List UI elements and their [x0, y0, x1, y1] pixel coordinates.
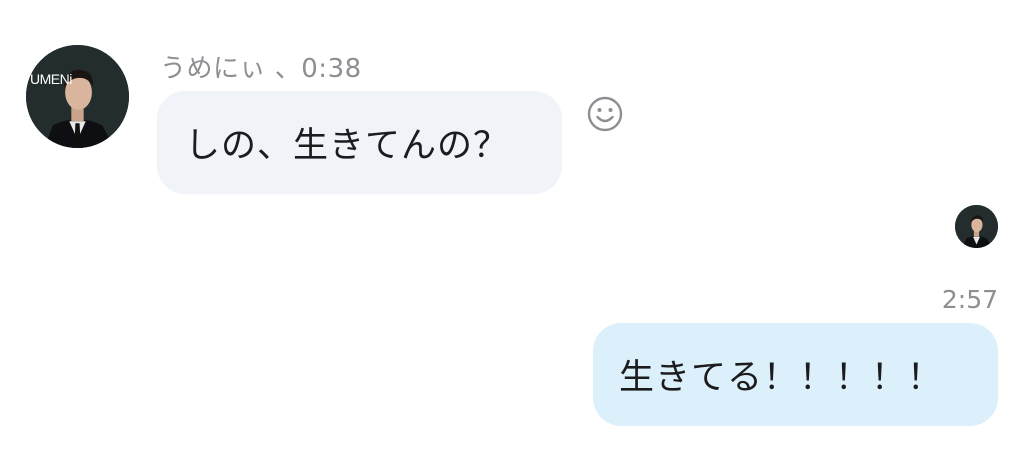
incoming-message-meta: うめにぃ 、0:38	[160, 54, 362, 84]
chat-conversation: UMENi うめにぃ 、0:38 しの、生きてんの？ 2:57 生きてる！！！！…	[0, 0, 1024, 473]
incoming-message-bubble[interactable]: しの、生きてんの？	[157, 91, 562, 194]
outgoing-message-text: 生きてる！！！！！	[619, 358, 944, 398]
outgoing-message-time: 2:57	[941, 285, 998, 314]
smiley-face-icon	[587, 96, 623, 132]
incoming-message-text: しの、生きてんの？	[185, 126, 510, 166]
read-receipt-avatar	[955, 205, 998, 248]
read-receipt-portrait-icon	[955, 205, 998, 248]
avatar-logo-text: UMENi	[30, 71, 72, 87]
outgoing-message-bubble[interactable]: 生きてる！！！！！	[593, 323, 998, 426]
sender-avatar[interactable]: UMENi	[26, 45, 129, 148]
avatar-portrait-icon	[26, 45, 129, 148]
add-reaction-button[interactable]	[585, 94, 625, 134]
